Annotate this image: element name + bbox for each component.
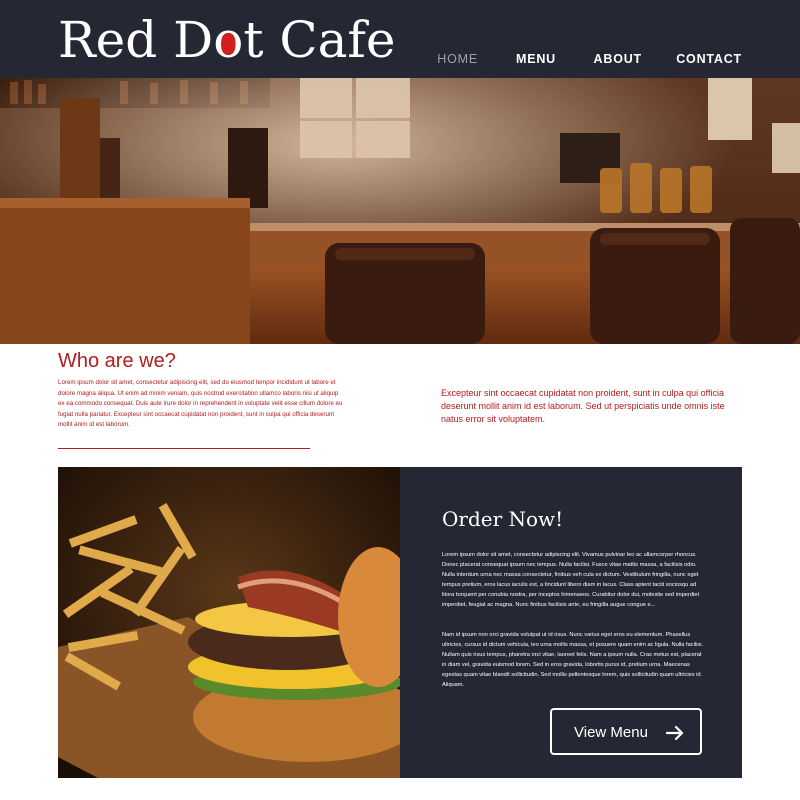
order-panel: Order Now! Lorem ipsum dolor sit amet, c… [400, 467, 742, 778]
logo-text-start: Red D [58, 11, 214, 69]
cafe-interior-illustration [0, 78, 800, 344]
arrow-right-icon [666, 725, 684, 741]
site-header: Red Dot Cafe HOME MENU ABOUT CONTACT [0, 0, 800, 78]
view-menu-label: View Menu [574, 724, 648, 741]
logo[interactable]: Red Dot Cafe [58, 10, 396, 70]
nav-about[interactable]: ABOUT [594, 52, 642, 66]
order-paragraph-2: Nam id ipsum non orci gravida volutpat u… [442, 632, 704, 689]
order-title: Order Now! [442, 507, 564, 531]
divider [58, 448, 310, 449]
about-body: Lorem ipsum dolor sit amet, consectetur … [58, 379, 343, 428]
about-quote: Excepteur sint occaecat cupidatat non pr… [441, 388, 725, 424]
logo-text-end: t Cafe [243, 11, 396, 69]
order-paragraph-1: Lorem ipsum dolor sit amet, consectetur … [442, 552, 700, 609]
nav-home[interactable]: HOME [437, 52, 478, 66]
burger-image [58, 467, 400, 778]
logo-dot-letter: o [213, 11, 244, 69]
view-menu-button[interactable]: View Menu [550, 708, 702, 755]
about-title: Who are we? [58, 350, 176, 372]
hero-cafe-image [0, 78, 800, 344]
burger-fries-illustration [58, 467, 400, 778]
nav-menu[interactable]: MENU [516, 52, 556, 66]
nav-contact[interactable]: CONTACT [676, 52, 742, 66]
